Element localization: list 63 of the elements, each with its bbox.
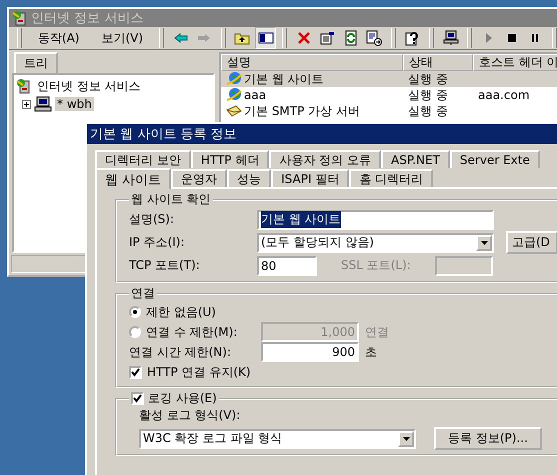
option-label[interactable]: HTTP 연결 유지(K) [147,364,251,380]
tree-item[interactable]: 인터넷 정보 서비스 [35,78,143,94]
field-label: 설명(S): [129,211,176,228]
tree-pane-icon[interactable] [254,27,276,49]
field-label: TCP 포트(T): [129,257,201,274]
tab[interactable]: 홈 디렉터리 [349,169,434,187]
tab[interactable]: 디렉터리 보안 [95,150,191,168]
app-icon [12,10,28,26]
tab[interactable]: ISAPI 필터 [271,169,350,187]
column-header[interactable]: 상태 [403,54,473,71]
list-row[interactable]: aaa 실행 중 aaa.com [221,87,557,103]
advanced-button[interactable]: 고급(D [506,231,557,254]
computer-icon [34,96,52,112]
description-field[interactable]: 기본 웹 사이트 [257,210,494,230]
site-name: 기본 웹 사이트 [244,70,324,88]
window-title: 인터넷 정보 서비스 [31,10,144,27]
envelope-icon [226,105,242,117]
option-label[interactable]: 제한 없음(U) [146,304,216,320]
option-label[interactable]: 로깅 사용(E) [148,390,217,407]
server-stack-icon [16,78,32,94]
ssl-port-field[interactable] [434,256,493,276]
dialog-title: 기본 웹 사이트 등록 정보 [90,126,237,143]
tab[interactable]: 사용자 정의 오류 [269,150,381,168]
unit-label: 초 [365,344,377,360]
menu-item[interactable]: 보기(V) [91,28,154,48]
tab[interactable]: ASP.NET [381,150,450,168]
option-label[interactable]: 연결 수 제한(M): [146,324,238,340]
field-label: 활성 로그 형식(V): [139,408,240,422]
tab[interactable]: 웹 사이트 [95,168,172,189]
site-name: 기본 SMTP 가상 서버 [244,102,360,120]
site-name: aaa [244,88,266,102]
field-label: IP 주소(I): [129,234,186,251]
site-status: 실행 중 [408,102,448,120]
timeout-field[interactable]: 900 [261,342,359,362]
unit-label: 연결 [365,324,389,340]
globe-icon [226,71,242,87]
field-label: 연결 시간 제한(N): [129,344,232,360]
tab[interactable]: HTTP 헤더 [190,150,270,168]
tree-item[interactable]: * wbh [55,97,94,111]
menu-item[interactable]: 동작(A) [28,28,90,48]
radio-button[interactable] [129,326,141,338]
expand-toggle[interactable] [22,100,31,108]
ip-address-dropdown[interactable]: (모두 할당되지 않음) [257,232,494,252]
radio-button[interactable] [129,306,141,318]
site-status: 실행 중 [408,86,448,104]
tcp-port-field[interactable]: 80 [257,256,317,276]
column-header[interactable]: 호스트 헤더 이 [473,54,557,71]
host-header: aaa.com [478,88,530,102]
group-label: 웹 사이트 확인 [131,191,211,208]
list-row[interactable]: 기본 웹 사이트 실행 중 [221,71,557,87]
tab[interactable]: 성능 [227,169,272,187]
column-header[interactable]: 설명 [221,54,403,71]
checkbox[interactable] [129,366,142,378]
tab[interactable]: Server Exte [450,150,540,168]
field-label: SSL 포트(L): [341,257,411,274]
site-status: 실행 중 [408,70,448,88]
group-label: 연결 [131,285,155,302]
checkbox[interactable] [131,392,144,405]
list-row[interactable]: 기본 SMTP 가상 서버 실행 중 [221,103,557,119]
tab[interactable]: 운영자 [171,169,228,187]
log-properties-button[interactable]: 등록 정보(P)... [434,427,542,450]
globe-icon [226,87,242,103]
log-format-dropdown[interactable]: W3C 확장 로그 파일 형식 [139,428,416,448]
